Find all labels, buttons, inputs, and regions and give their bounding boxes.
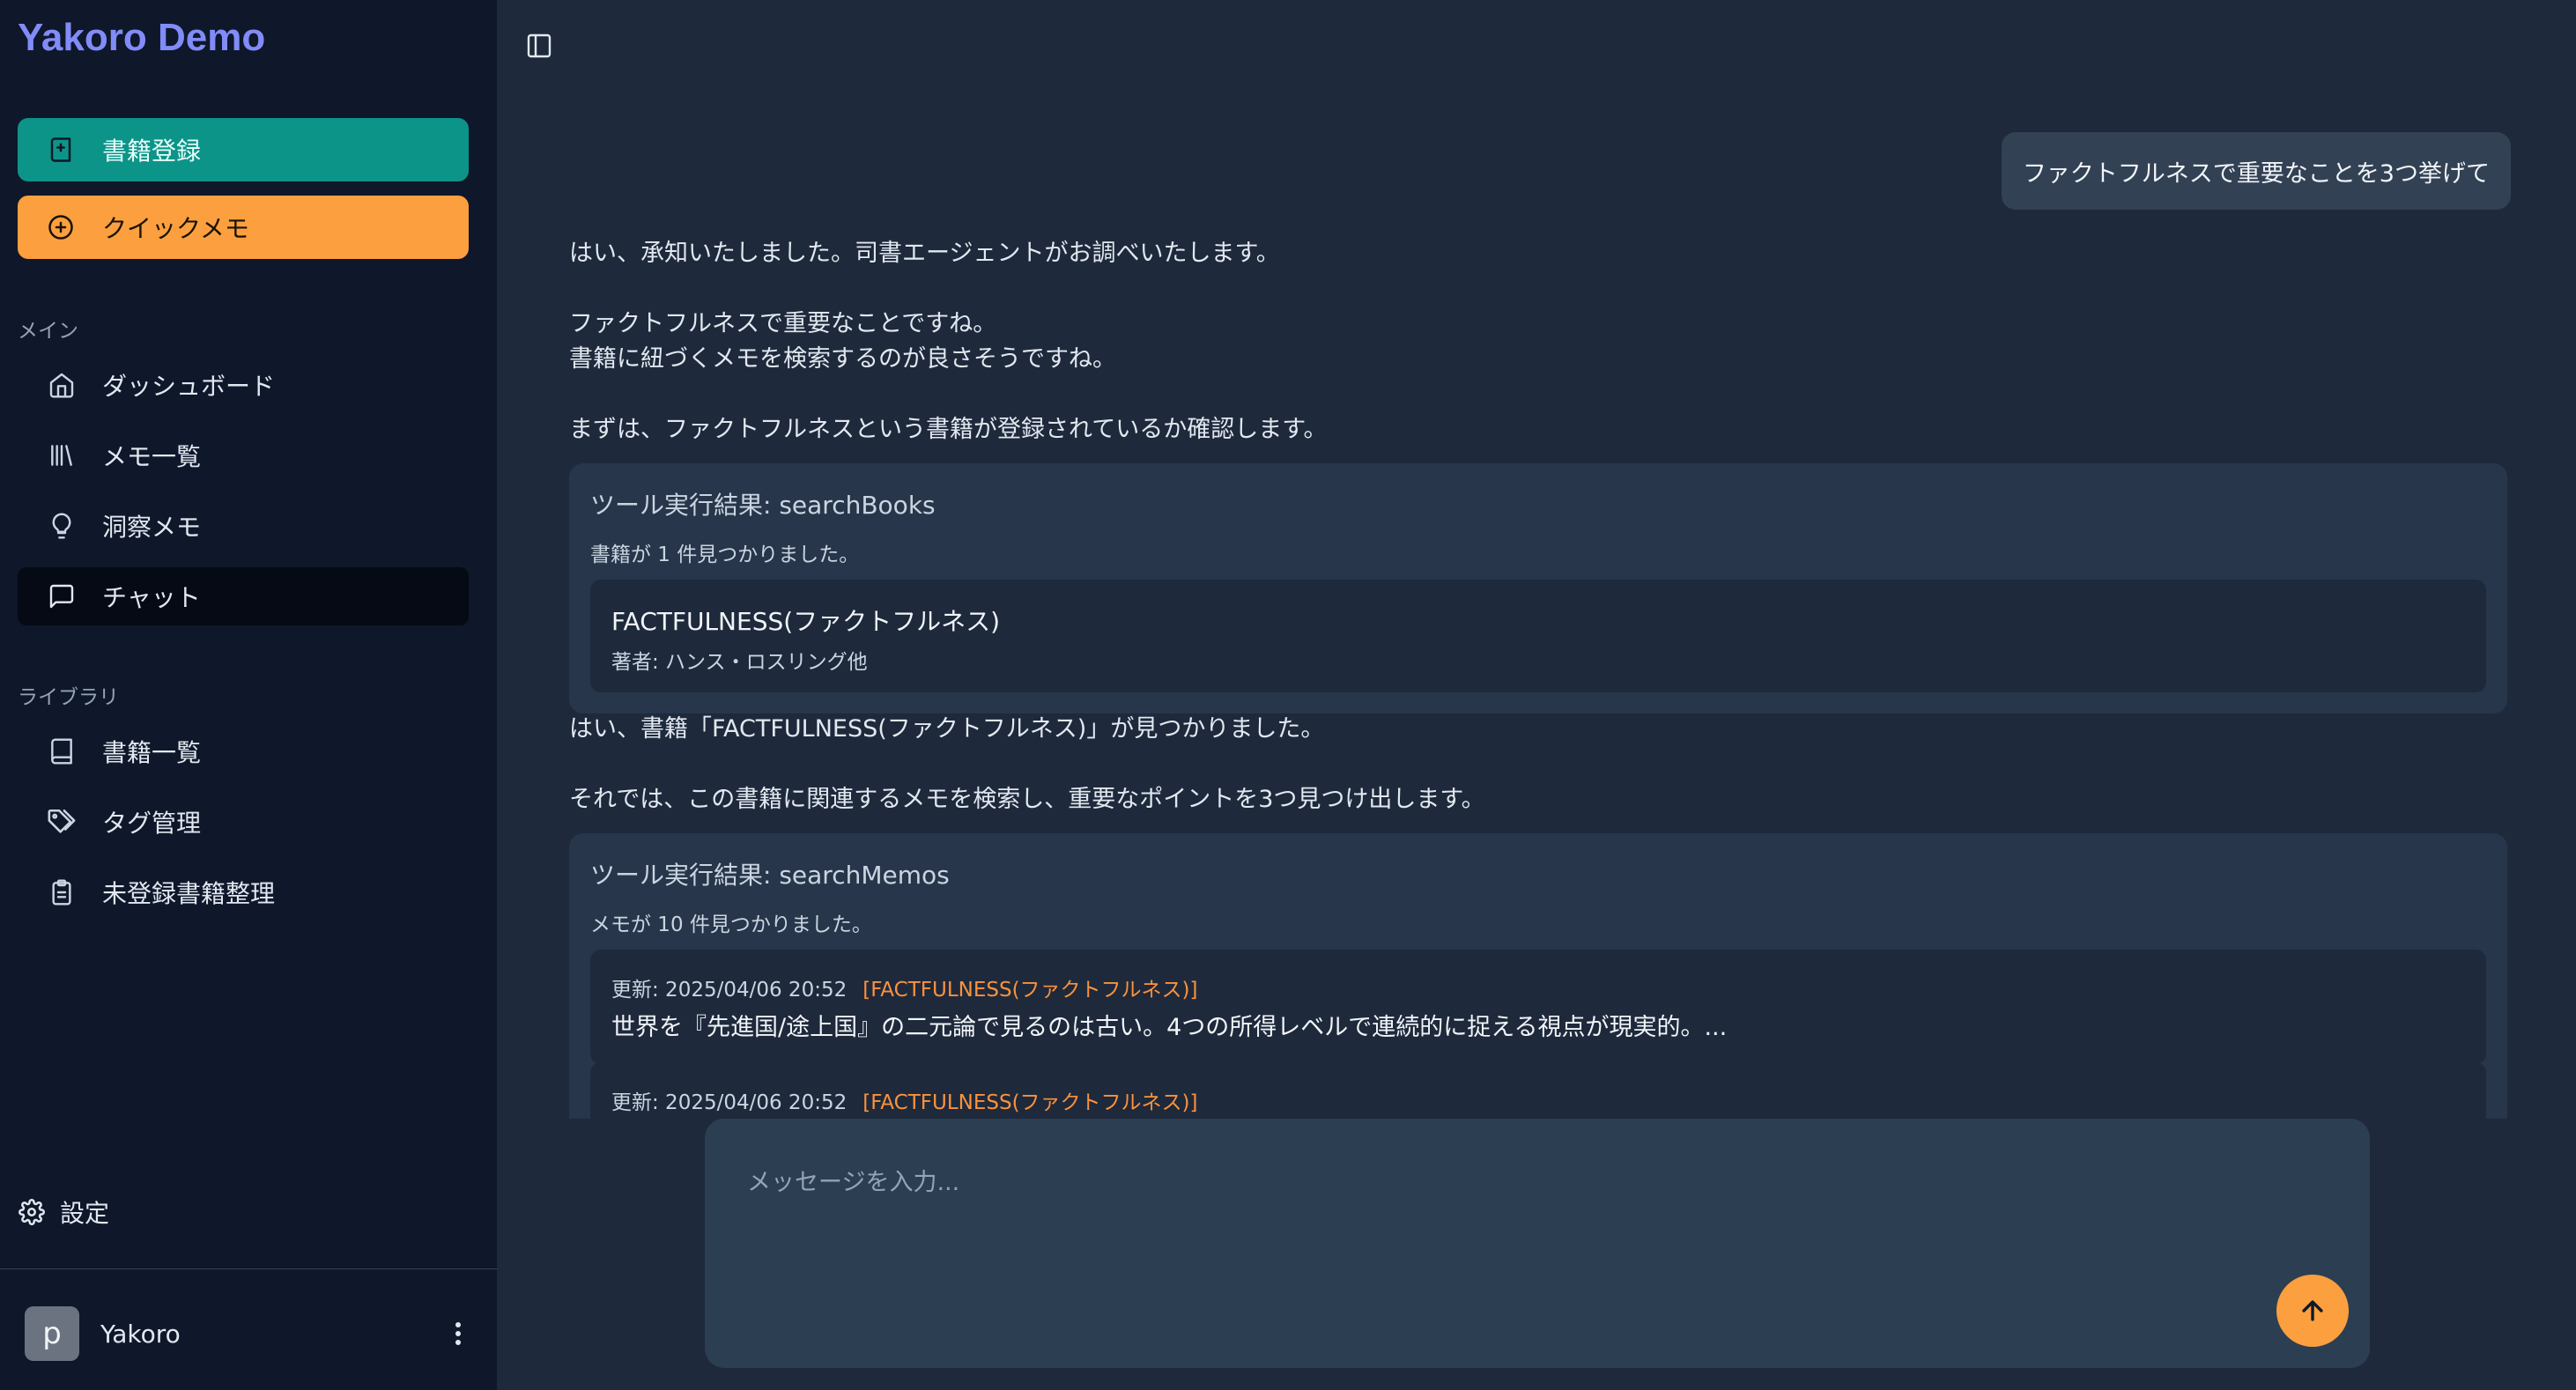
sidebar-item-chat[interactable]: チャット — [18, 567, 469, 625]
sidebar-item-label: ダッシュボード — [102, 372, 276, 401]
settings-link[interactable]: 設定 — [18, 1193, 109, 1231]
tags-icon — [46, 806, 78, 838]
clipboard-icon — [46, 876, 78, 908]
tool-result-card: ツール実行結果: searchMemos メモが 10 件見つかりました。 更新… — [569, 833, 2507, 1119]
sidebar-item-label: タグ管理 — [102, 809, 202, 838]
memo-result-item[interactable]: 更新: 2025/04/06 20:52 [FACTFULNESS(ファクトフル… — [590, 1062, 2486, 1119]
sidebar-item-insights[interactable]: 洞察メモ — [18, 497, 469, 555]
register-book-label: 書籍登録 — [102, 137, 202, 166]
sidebar-item-label: 洞察メモ — [102, 513, 202, 542]
library-icon — [46, 440, 78, 471]
assistant-text: それでは、この書籍に関連するメモを検索し、重要なポイントを3つ見つけ出します。 — [569, 786, 1485, 813]
memo-meta: 更新: 2025/04/06 20:52 [FACTFULNESS(ファクトフル… — [611, 1085, 1197, 1115]
sidebar-item-label: 書籍一覧 — [102, 738, 202, 767]
memo-result-item[interactable]: 更新: 2025/04/06 20:52 [FACTFULNESS(ファクトフル… — [590, 950, 2486, 1064]
tool-result-title: ツール実行結果: searchMemos — [590, 861, 950, 890]
assistant-text: ファクトフルネスで重要なことですね。 — [569, 310, 997, 337]
sidebar-divider — [0, 1268, 498, 1269]
user-menu[interactable]: p Yakoro — [25, 1305, 474, 1362]
settings-label: 設定 — [60, 1199, 110, 1228]
tool-result-count: 書籍が 1 件見つかりました。 — [590, 543, 860, 566]
memo-text: 世界を『先進国/途上国』の二元論で見るのは古い。4つの所得レベルで連続的に捉える… — [611, 1014, 1728, 1041]
chat-scroll-area[interactable]: ファクトフルネスで重要なことを3つ挙げて はい、承知いたしました。司書エージェン… — [499, 0, 2576, 1119]
message-input[interactable] — [747, 1163, 2245, 1268]
home-icon — [46, 369, 78, 401]
more-vertical-icon[interactable] — [442, 1314, 474, 1353]
assistant-text: まずは、ファクトフルネスという書籍が登録されているか確認します。 — [569, 416, 1328, 443]
tool-result-title: ツール実行結果: searchBooks — [590, 491, 936, 520]
sidebar-item-memos[interactable]: メモ一覧 — [18, 426, 469, 484]
assistant-text: 書籍に紐づくメモを検索するのが良さそうですね。 — [569, 345, 1116, 373]
lightbulb-icon — [46, 510, 78, 542]
memo-updated: 更新: 2025/04/06 20:52 — [611, 979, 848, 1002]
send-button[interactable] — [2276, 1275, 2349, 1347]
book-icon — [46, 736, 78, 767]
book-plus-icon — [46, 135, 76, 165]
tool-result-count: メモが 10 件見つかりました。 — [590, 913, 872, 936]
book-result-item[interactable]: FACTFULNESS(ファクトフルネス) 著者: ハンス・ロスリング他 — [590, 580, 2486, 692]
user-message: ファクトフルネスで重要なことを3つ挙げて — [2001, 132, 2511, 210]
memo-meta: 更新: 2025/04/06 20:52 [FACTFULNESS(ファクトフル… — [611, 972, 1197, 1002]
memo-book-tag[interactable]: [FACTFULNESS(ファクトフルネス)] — [862, 972, 1197, 1002]
sidebar-item-label: メモ一覧 — [102, 442, 202, 471]
avatar: p — [25, 1306, 79, 1361]
arrow-up-icon — [2302, 1300, 2323, 1321]
memo-updated: 更新: 2025/04/06 20:52 — [611, 1091, 848, 1114]
sidebar-item-tags[interactable]: タグ管理 — [18, 793, 469, 851]
book-author: 著者: ハンス・ロスリング他 — [611, 651, 868, 674]
section-label-main: メイン — [18, 320, 78, 343]
quick-memo-label: クイックメモ — [102, 214, 249, 243]
sidebar-item-books[interactable]: 書籍一覧 — [18, 722, 469, 780]
sidebar-item-label: チャット — [102, 583, 201, 612]
gear-icon — [18, 1198, 46, 1226]
chat-main: ファクトフルネスで重要なことを3つ挙げて はい、承知いたしました。司書エージェン… — [499, 0, 2576, 1390]
sidebar-item-unregistered-books[interactable]: 未登録書籍整理 — [18, 863, 469, 921]
section-label-library: ライブラリ — [18, 686, 119, 709]
quick-memo-button[interactable]: クイックメモ — [18, 196, 469, 259]
assistant-text: はい、書籍「FACTFULNESS(ファクトフルネス)」が見つかりました。 — [569, 715, 1325, 743]
sidebar-item-dashboard[interactable]: ダッシュボード — [18, 356, 469, 414]
plus-circle-icon — [46, 212, 76, 242]
book-title: FACTFULNESS(ファクトフルネス) — [611, 607, 1001, 636]
sidebar-toggle-icon[interactable] — [525, 32, 557, 63]
user-name: Yakoro — [100, 1319, 181, 1349]
assistant-text: はい、承知いたしました。司書エージェントがお調べいたします。 — [569, 240, 1280, 267]
message-square-icon — [46, 580, 78, 612]
register-book-button[interactable]: 書籍登録 — [18, 118, 469, 181]
tool-result-card: ツール実行結果: searchBooks 書籍が 1 件見つかりました。 FAC… — [569, 463, 2507, 713]
memo-book-tag[interactable]: [FACTFULNESS(ファクトフルネス)] — [862, 1085, 1197, 1115]
sidebar-item-label: 未登録書籍整理 — [102, 879, 276, 908]
message-composer — [705, 1119, 2370, 1368]
app-title[interactable]: Yakoro Demo — [18, 16, 265, 60]
sidebar: Yakoro Demo 書籍登録 クイックメモ メイン ダッシュボード メモ一覧… — [0, 0, 498, 1390]
